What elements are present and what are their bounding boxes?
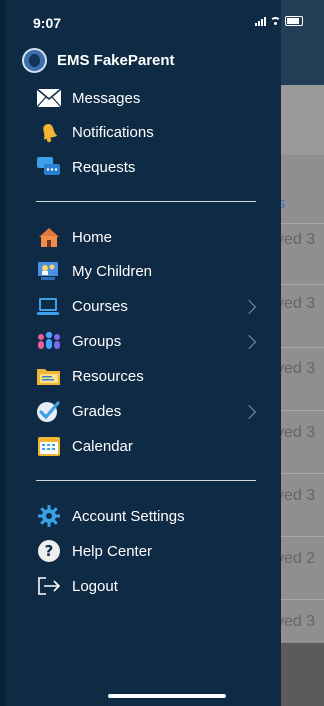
- menu-item-help-center[interactable]: ? Help Center: [36, 539, 152, 563]
- wifi-icon: [270, 16, 281, 26]
- background-row-text: ved 3: [276, 613, 316, 630]
- chevron-right-icon[interactable]: [241, 404, 257, 420]
- calendar-icon: [36, 434, 62, 458]
- menu-item-label: Help Center: [72, 542, 153, 560]
- menu-item-label: Calendar: [72, 437, 133, 455]
- menu-item-account-settings[interactable]: Account Settings: [36, 504, 185, 528]
- background-row-text: ved 2: [276, 550, 316, 567]
- menu-item-requests[interactable]: Requests: [36, 155, 135, 179]
- settings-icon: [36, 504, 62, 528]
- divider: [36, 480, 256, 481]
- svg-text:?: ?: [45, 542, 54, 560]
- divider: [36, 201, 256, 202]
- menu-item-label: Groups: [72, 332, 122, 350]
- signal-icon: [255, 16, 266, 26]
- menu-item-logout[interactable]: Logout: [36, 574, 118, 598]
- background-row-text: ved 3: [276, 360, 316, 377]
- menu-item-resources[interactable]: Resources: [36, 364, 144, 388]
- menu-item-messages[interactable]: Messages: [36, 86, 140, 110]
- menu-item-groups[interactable]: Groups: [36, 329, 121, 353]
- menu-item-label: Requests: [72, 158, 136, 176]
- folder-icon: [36, 364, 62, 388]
- background-row-text: ved 3: [276, 487, 316, 504]
- background-row-text: ved 3: [276, 424, 316, 441]
- battery-icon: [285, 16, 303, 26]
- background-divider: [276, 223, 324, 224]
- chevron-right-icon[interactable]: [241, 334, 257, 350]
- courses-icon: [36, 294, 62, 318]
- home-icon: [36, 225, 62, 249]
- help-icon: ?: [36, 539, 62, 563]
- menu-item-label: Resources: [72, 367, 144, 385]
- menu-item-notifications[interactable]: Notifications: [36, 120, 154, 144]
- logout-icon: [36, 574, 62, 598]
- menu-item-calendar[interactable]: Calendar: [36, 434, 133, 458]
- envelope-icon: [36, 86, 62, 110]
- background-divider: [276, 347, 324, 348]
- home-indicator[interactable]: [108, 694, 226, 698]
- background-divider: [276, 599, 324, 600]
- background-divider: [276, 473, 324, 474]
- background-row-text: ved 3: [276, 295, 316, 312]
- profile-name: EMS FakeParent: [57, 52, 175, 69]
- menu-item-label: Account Settings: [72, 507, 185, 525]
- bell-icon: [36, 120, 62, 144]
- menu-item-label: My Children: [72, 262, 153, 280]
- chat-icon: [36, 155, 62, 179]
- background-divider: [276, 536, 324, 537]
- background-row-text: ved 3: [276, 231, 316, 248]
- menu-item-label: Grades: [72, 402, 122, 420]
- background-divider: [276, 410, 324, 411]
- menu-item-label: Home: [72, 228, 113, 246]
- children-icon: [36, 259, 62, 283]
- menu-item-label: Notifications: [72, 123, 154, 141]
- background-divider: [276, 284, 324, 285]
- menu-item-home[interactable]: Home: [36, 225, 112, 249]
- menu-item-courses[interactable]: Courses: [36, 294, 128, 318]
- profile-header[interactable]: EMS FakeParent: [22, 48, 175, 73]
- navigation-drawer: 9:07 EMS FakeParent Messages Notificatio…: [0, 0, 303, 706]
- grades-icon: [36, 399, 62, 423]
- menu-item-label: Messages: [72, 89, 141, 107]
- groups-icon: [36, 329, 62, 353]
- menu-item-my-children[interactable]: My Children: [36, 259, 152, 283]
- avatar: [22, 48, 47, 73]
- chevron-right-icon[interactable]: [241, 299, 257, 315]
- status-time: 9:07: [33, 15, 62, 31]
- menu-item-label: Courses: [72, 297, 128, 315]
- menu-item-grades[interactable]: Grades: [36, 399, 121, 423]
- status-icons: [255, 16, 303, 26]
- menu-item-label: Logout: [72, 577, 118, 595]
